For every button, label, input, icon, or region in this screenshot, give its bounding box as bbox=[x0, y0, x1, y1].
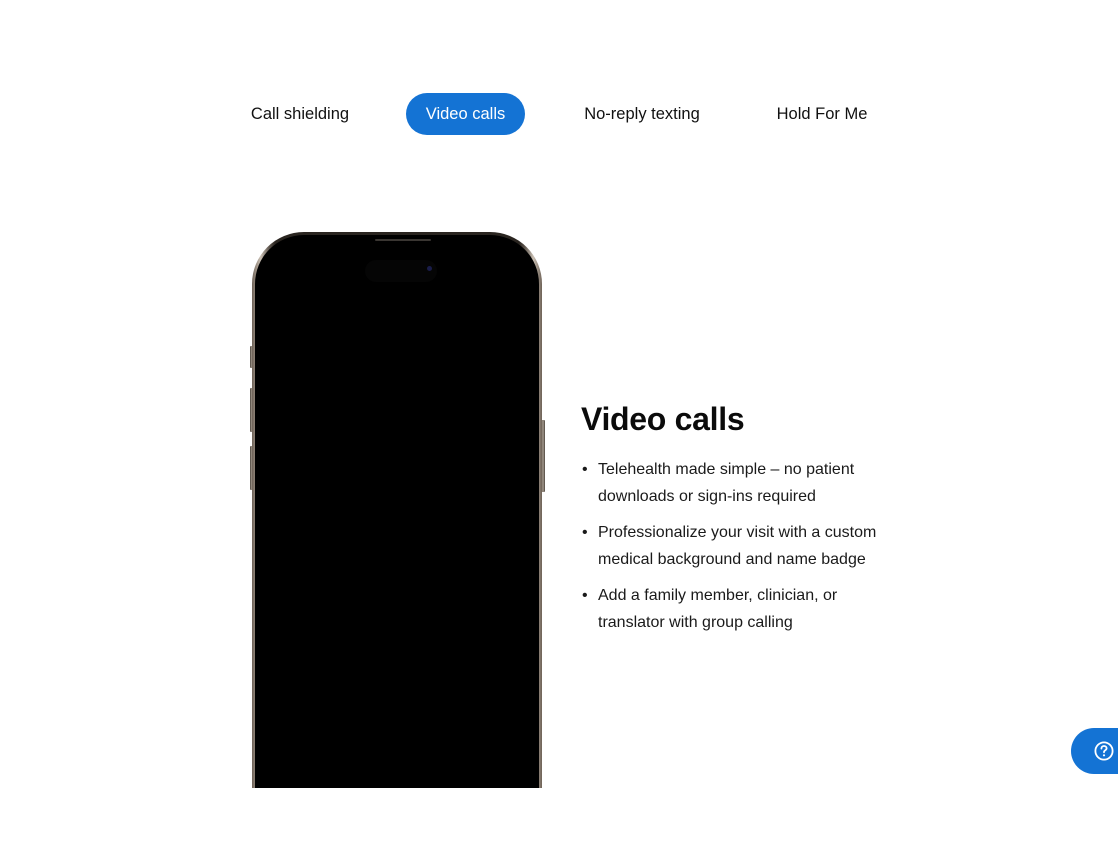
phone-frame bbox=[252, 232, 542, 788]
bullet-icon: • bbox=[582, 461, 588, 478]
tab-call-shielding[interactable]: Call shielding bbox=[230, 93, 370, 135]
feature-item: • Add a family member, clinician, or tra… bbox=[581, 582, 888, 636]
phone-screen bbox=[255, 235, 539, 788]
feature-item: • Professionalize your visit with a cust… bbox=[581, 519, 888, 573]
tab-hold-for-me[interactable]: Hold For Me bbox=[758, 93, 886, 135]
bullet-icon: • bbox=[582, 587, 588, 604]
phone-dynamic-island bbox=[365, 260, 437, 282]
help-button[interactable] bbox=[1071, 728, 1118, 774]
feature-item-text: Telehealth made simple – no patient down… bbox=[598, 461, 855, 505]
tab-video-calls[interactable]: Video calls bbox=[406, 93, 525, 135]
bullet-icon: • bbox=[582, 524, 588, 541]
page: Call shielding Video calls No-reply text… bbox=[0, 0, 1118, 856]
tab-no-reply-texting[interactable]: No-reply texting bbox=[562, 93, 722, 135]
question-circle-icon bbox=[1094, 741, 1114, 761]
feature-item: • Telehealth made simple – no patient do… bbox=[581, 456, 888, 510]
feature-item-text: Professionalize your visit with a custom… bbox=[598, 524, 877, 568]
feature-title: Video calls bbox=[581, 401, 745, 437]
feature-tabs: Call shielding Video calls No-reply text… bbox=[0, 93, 1118, 135]
phone-camera-icon bbox=[427, 266, 432, 271]
feature-list: • Telehealth made simple – no patient do… bbox=[581, 456, 901, 636]
phone-speaker bbox=[375, 239, 431, 241]
phone-mockup bbox=[248, 228, 548, 788]
feature-item-text: Add a family member, clinician, or trans… bbox=[598, 587, 838, 631]
feature-panel: Video calls • Telehealth made simple – n… bbox=[581, 398, 901, 645]
